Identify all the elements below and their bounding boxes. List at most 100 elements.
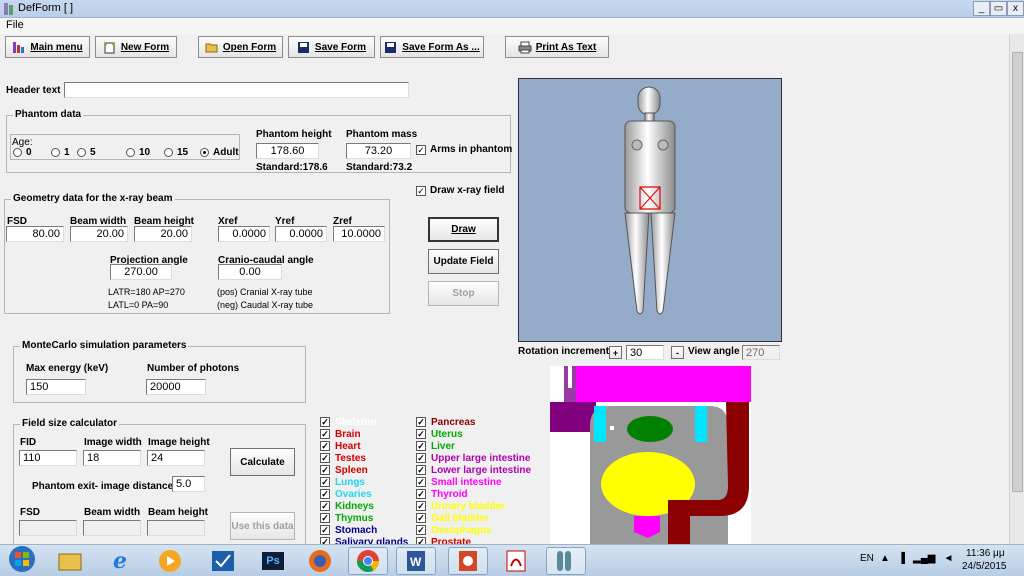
tray-signal-icon[interactable]: ▂▄▆ <box>913 553 935 564</box>
scrollbar-thumb[interactable] <box>1012 52 1023 492</box>
minimize-button[interactable]: _ <box>973 1 990 16</box>
projection-angle-input[interactable]: 270.00 <box>110 264 172 280</box>
draw-button[interactable]: Draw <box>428 217 499 242</box>
exit-distance-input[interactable]: 5.0 <box>172 476 205 492</box>
anatomy-slice-view[interactable] <box>550 366 751 544</box>
phantom-mass-input[interactable]: 73.20 <box>346 143 411 159</box>
chrome-icon[interactable] <box>348 547 388 575</box>
tray-icons[interactable]: ▲ ▐ ▂▄▆ ◄ <box>880 553 953 564</box>
beam-width-input[interactable]: 20.00 <box>70 226 128 242</box>
language-indicator[interactable]: EN <box>860 553 874 564</box>
age-radio-adult[interactable]: Adult <box>200 147 239 158</box>
cranio-caudal-input[interactable]: 0.00 <box>218 264 282 280</box>
new-form-button[interactable]: New Form <box>95 36 177 58</box>
media-player-icon[interactable] <box>150 547 190 575</box>
task-icon[interactable] <box>203 547 243 575</box>
organ-checkbox[interactable]: ✓ Ovaries <box>320 488 415 500</box>
organ-checkbox[interactable]: ✓ Oesophagus <box>416 524 546 536</box>
rotation-minus-button[interactable]: - <box>671 346 684 359</box>
organ-checkbox[interactable]: ✓ Prostate <box>416 536 546 544</box>
restore-button[interactable]: ▭ <box>990 1 1007 16</box>
organ-label: Ovaries <box>335 488 372 500</box>
organ-checkbox[interactable]: ✓ Kidneys <box>320 500 415 512</box>
photoshop-icon[interactable]: Ps <box>253 547 293 575</box>
arms-checkbox[interactable]: ✓ Arms in phantom <box>416 144 512 155</box>
organ-checkbox[interactable]: ✓ Uterus <box>416 428 546 440</box>
file-explorer-icon[interactable] <box>50 547 90 575</box>
age-radio-1[interactable]: 1 <box>51 147 70 158</box>
save-form-as-button[interactable]: Save Form As ... <box>380 36 484 58</box>
vertical-scrollbar[interactable] <box>1009 34 1024 544</box>
organ-checkbox[interactable]: ✓ Heart <box>320 440 415 452</box>
phantom-app-icon[interactable] <box>546 547 586 575</box>
age-radio-15[interactable]: 15 <box>164 147 188 158</box>
svg-text:W: W <box>410 555 422 569</box>
rotation-input[interactable]: 30 <box>626 345 664 360</box>
age-radio-10[interactable]: 10 <box>126 147 150 158</box>
tray-network-icon[interactable]: ▐ <box>898 553 905 564</box>
max-energy-input[interactable]: 150 <box>26 379 86 395</box>
organ-check-box: ✓ <box>320 513 330 523</box>
zref-input[interactable]: 10.0000 <box>333 226 385 242</box>
windows-start-icon[interactable] <box>2 545 42 573</box>
organ-checkbox[interactable]: ✓ Testes <box>320 452 415 464</box>
organ-label: Thyroid <box>431 488 468 500</box>
organ-checkbox[interactable]: ✓ Urinary bladder <box>416 500 546 512</box>
menu-file[interactable]: File <box>6 19 24 31</box>
organ-checkbox[interactable]: ✓ Thymus <box>320 512 415 524</box>
calc-beam-height-input[interactable] <box>147 520 205 536</box>
tray-arrow-icon[interactable]: ▲ <box>880 553 890 564</box>
image-width-input[interactable]: 18 <box>83 450 141 466</box>
organ-checkbox[interactable]: ✓ Salivary glands <box>320 536 415 544</box>
organ-checkbox[interactable]: ✓ Liver <box>416 440 546 452</box>
header-text-input[interactable] <box>64 82 409 98</box>
clock-date[interactable]: 24/5/2015 <box>962 561 1007 572</box>
stop-button[interactable]: Stop <box>428 281 499 306</box>
save-form-button[interactable]: Save Form <box>288 36 375 58</box>
image-height-input[interactable]: 24 <box>147 450 205 466</box>
organ-checkbox[interactable]: ✓ Thyroid <box>416 488 546 500</box>
internet-explorer-icon[interactable]: e <box>100 547 140 575</box>
word-icon[interactable]: W <box>396 547 436 575</box>
firefox-icon[interactable] <box>300 547 340 575</box>
phantom-height-input[interactable]: 178.60 <box>256 143 319 159</box>
open-form-button[interactable]: Open Form <box>198 36 283 58</box>
age-radio-0[interactable]: 0 <box>13 147 32 158</box>
age-radio-5[interactable]: 5 <box>77 147 96 158</box>
organ-checkbox[interactable]: ✓ Gall bladder <box>416 512 546 524</box>
organ-checkbox[interactable]: ✓ Upper large intestine <box>416 452 546 464</box>
organ-check-box: ✓ <box>416 465 426 475</box>
organ-checkbox[interactable]: ✓ Stomach <box>320 524 415 536</box>
organ-checkbox[interactable]: ✓ Lower large intestine <box>416 464 546 476</box>
main-menu-button[interactable]: Main menu <box>5 36 90 58</box>
fid-input[interactable]: 110 <box>19 450 77 466</box>
fsd-input[interactable]: 80.00 <box>6 226 64 242</box>
xref-input[interactable]: 0.0000 <box>218 226 270 242</box>
calc-beam-width-input[interactable] <box>83 520 141 536</box>
beam-height-input[interactable]: 20.00 <box>134 226 192 242</box>
update-field-button[interactable]: Update Field <box>428 249 499 274</box>
use-data-button[interactable]: Use this data <box>230 512 295 540</box>
photons-input[interactable]: 20000 <box>146 379 206 395</box>
powerpoint-icon[interactable] <box>448 547 488 575</box>
organ-label: Heart <box>335 440 361 452</box>
clock-time[interactable]: 11:36 μμ <box>966 548 1005 559</box>
organ-checkbox[interactable]: ✓ Spleen <box>320 464 415 476</box>
organ-checkbox[interactable]: ✓ Skeleton <box>320 416 415 428</box>
photons-label: Number of photons <box>147 363 240 374</box>
calc-fsd-input[interactable] <box>19 520 77 536</box>
organ-checkbox[interactable]: ✓ Pancreas <box>416 416 546 428</box>
organ-label: Lungs <box>335 476 365 488</box>
yref-input[interactable]: 0.0000 <box>275 226 327 242</box>
close-button[interactable]: x <box>1007 1 1024 16</box>
calculate-button[interactable]: Calculate <box>230 448 295 476</box>
acrobat-icon[interactable] <box>496 547 536 575</box>
rotation-plus-button[interactable]: + <box>609 346 622 359</box>
draw-field-checkbox[interactable]: ✓ Draw x-ray field <box>416 185 504 196</box>
tray-volume-icon[interactable]: ◄ <box>943 553 953 564</box>
organ-checkbox[interactable]: ✓ Brain <box>320 428 415 440</box>
organ-checkbox[interactable]: ✓ Lungs <box>320 476 415 488</box>
phantom-3d-view[interactable] <box>518 78 782 342</box>
organ-checkbox[interactable]: ✓ Small intestine <box>416 476 546 488</box>
print-as-text-button[interactable]: Print As Text <box>505 36 609 58</box>
